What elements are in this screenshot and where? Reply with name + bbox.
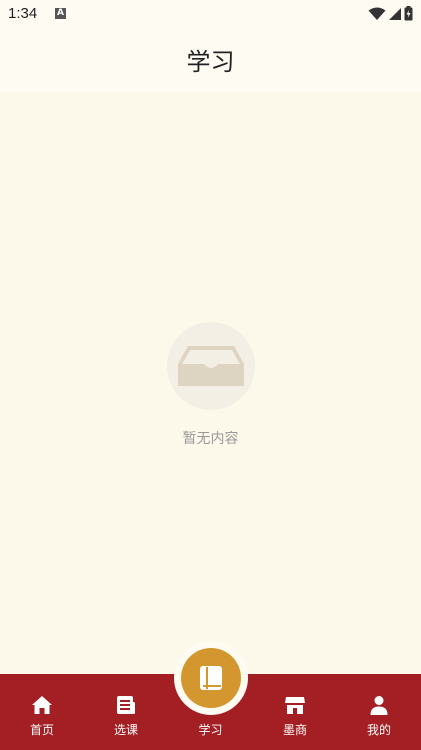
tab-home-label: 首页 [29,723,54,737]
wifi-icon [368,7,386,20]
status-icons [368,6,413,21]
tab-profile-label: 我的 [366,723,391,737]
book-icon [200,666,222,690]
empty-state: 暂无内容 [0,322,421,448]
empty-illustration [166,322,255,410]
page-title: 学习 [186,48,235,76]
header: 学习 [0,30,421,92]
empty-state-text: 暂无内容 [182,431,239,447]
empty-inbox-icon [177,346,244,386]
status-bar: 1:34 A [0,0,421,30]
store-icon [285,697,305,714]
tab-courses[interactable]: 选课 [84,674,168,750]
user-icon [370,696,388,715]
battery-icon [404,6,413,21]
status-time: 1:34 [8,5,38,22]
main-content: 暂无内容 [0,92,421,674]
bottom-tab-bar: 首页 选课 学习 墨商 我的 [0,641,421,750]
study-center-button[interactable] [181,648,241,708]
tab-home[interactable]: 首页 [0,674,84,750]
home-icon [32,696,52,714]
signal-icon [389,7,401,20]
tab-store[interactable]: 墨商 [253,674,337,750]
tab-study[interactable]: 学习 [168,641,253,750]
tab-study-label: 学习 [198,723,223,737]
course-list-icon [117,696,135,714]
tab-store-label: 墨商 [282,723,307,737]
notification-a-icon: A [55,8,66,19]
tab-profile[interactable]: 我的 [337,674,421,750]
tab-courses-label: 选课 [113,723,138,737]
